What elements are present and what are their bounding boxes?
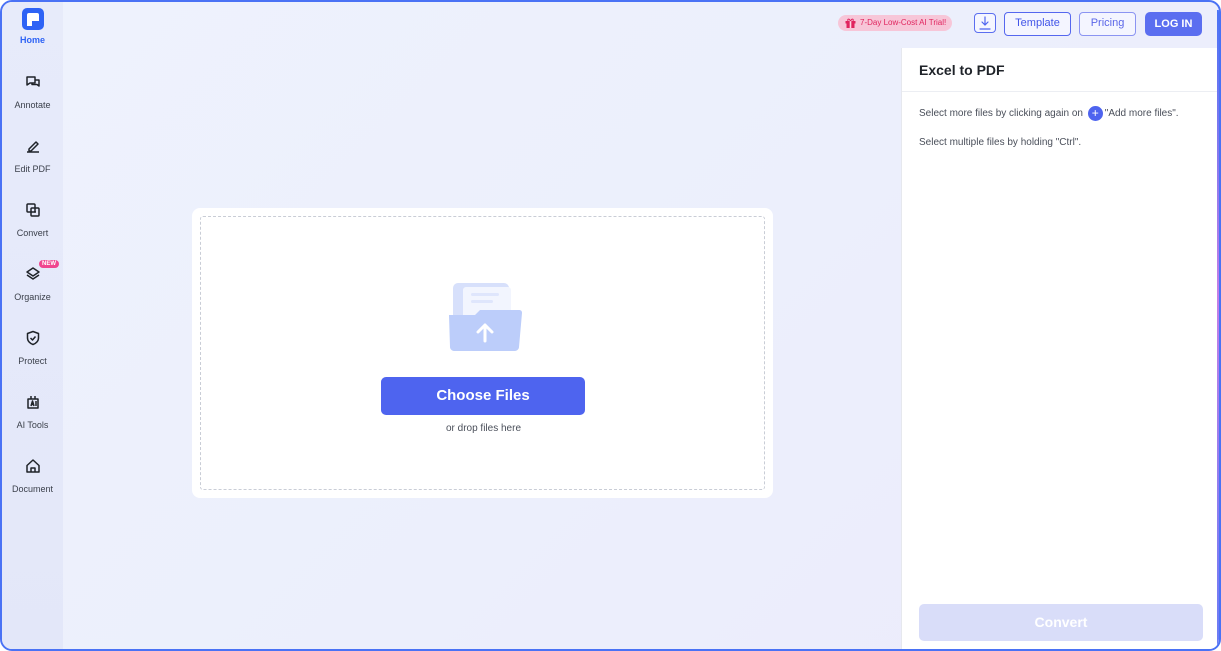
plus-icon: + bbox=[1087, 106, 1103, 121]
gift-icon bbox=[845, 18, 856, 28]
sidebar-item-label: Annotate bbox=[14, 100, 51, 110]
ctrl-hint: Select multiple files by holding "Ctrl". bbox=[919, 137, 1082, 148]
sidebar-item-organize[interactable]: NEW Organize bbox=[2, 260, 63, 316]
sidebar-item-edit-pdf[interactable]: Edit PDF bbox=[2, 138, 63, 188]
sidebar-item-protect[interactable]: Protect bbox=[2, 330, 63, 380]
trial-promo-badge[interactable]: 7-Day Low-Cost AI Trial! bbox=[838, 15, 953, 31]
annotate-icon bbox=[26, 76, 40, 87]
hint-text: Select more files by clicking again on bbox=[919, 108, 1083, 120]
download-app-button[interactable] bbox=[974, 13, 996, 33]
choose-files-button[interactable]: Choose Files bbox=[381, 377, 585, 415]
sidebar-item-label: Protect bbox=[18, 356, 47, 366]
new-badge: NEW bbox=[39, 260, 59, 268]
organize-icon bbox=[26, 267, 40, 280]
pricing-button[interactable]: Pricing bbox=[1079, 12, 1136, 36]
sidebar-item-label: AI Tools bbox=[16, 420, 49, 430]
logo-icon[interactable] bbox=[22, 8, 44, 30]
edit-pdf-icon bbox=[27, 141, 39, 153]
file-dropzone[interactable]: Choose Files or drop files here bbox=[200, 216, 765, 490]
sidebar-item-annotate[interactable]: Annotate bbox=[2, 74, 63, 124]
document-icon bbox=[26, 459, 40, 473]
panel-header: Excel to PDF bbox=[902, 48, 1219, 92]
top-bar: 7-Day Low-Cost AI Trial! Template Pricin… bbox=[63, 2, 1219, 48]
ai-tools-icon bbox=[27, 396, 39, 409]
hint-text: "Add more files". bbox=[1104, 108, 1179, 120]
upload-card: Choose Files or drop files here bbox=[192, 208, 773, 498]
folder-upload-icon bbox=[449, 283, 522, 351]
template-button[interactable]: Template bbox=[1004, 12, 1071, 36]
sidebar-item-label: Convert bbox=[16, 228, 49, 238]
convert-button[interactable]: Convert bbox=[919, 604, 1203, 641]
promo-text: 7-Day Low-Cost AI Trial! bbox=[860, 18, 947, 27]
sidebar-item-label: Organize bbox=[14, 292, 51, 302]
convert-icon bbox=[26, 203, 40, 217]
sidebar-item-label: Edit PDF bbox=[14, 164, 51, 174]
sidebar-item-label: Document bbox=[11, 484, 54, 494]
app-window: Home Annotate Edit PDF Convert NEW Organ… bbox=[0, 0, 1221, 651]
right-panel: Excel to PDF Select more files by clicki… bbox=[901, 48, 1219, 649]
download-icon bbox=[979, 16, 991, 30]
sidebar-item-ai-tools[interactable]: AI Tools bbox=[2, 394, 63, 444]
panel-title: Excel to PDF bbox=[919, 62, 1005, 78]
sidebar-item-document[interactable]: Document bbox=[2, 458, 63, 508]
add-more-hint: Select more files by clicking again on +… bbox=[919, 106, 1179, 121]
sidebar-item-convert[interactable]: Convert bbox=[2, 202, 63, 252]
sidebar-item-home-label[interactable]: Home bbox=[2, 35, 63, 45]
sidebar: Home Annotate Edit PDF Convert NEW Organ… bbox=[2, 2, 63, 649]
drop-files-hint: or drop files here bbox=[445, 423, 522, 434]
protect-icon bbox=[26, 330, 40, 346]
login-button[interactable]: LOG IN bbox=[1145, 12, 1202, 36]
